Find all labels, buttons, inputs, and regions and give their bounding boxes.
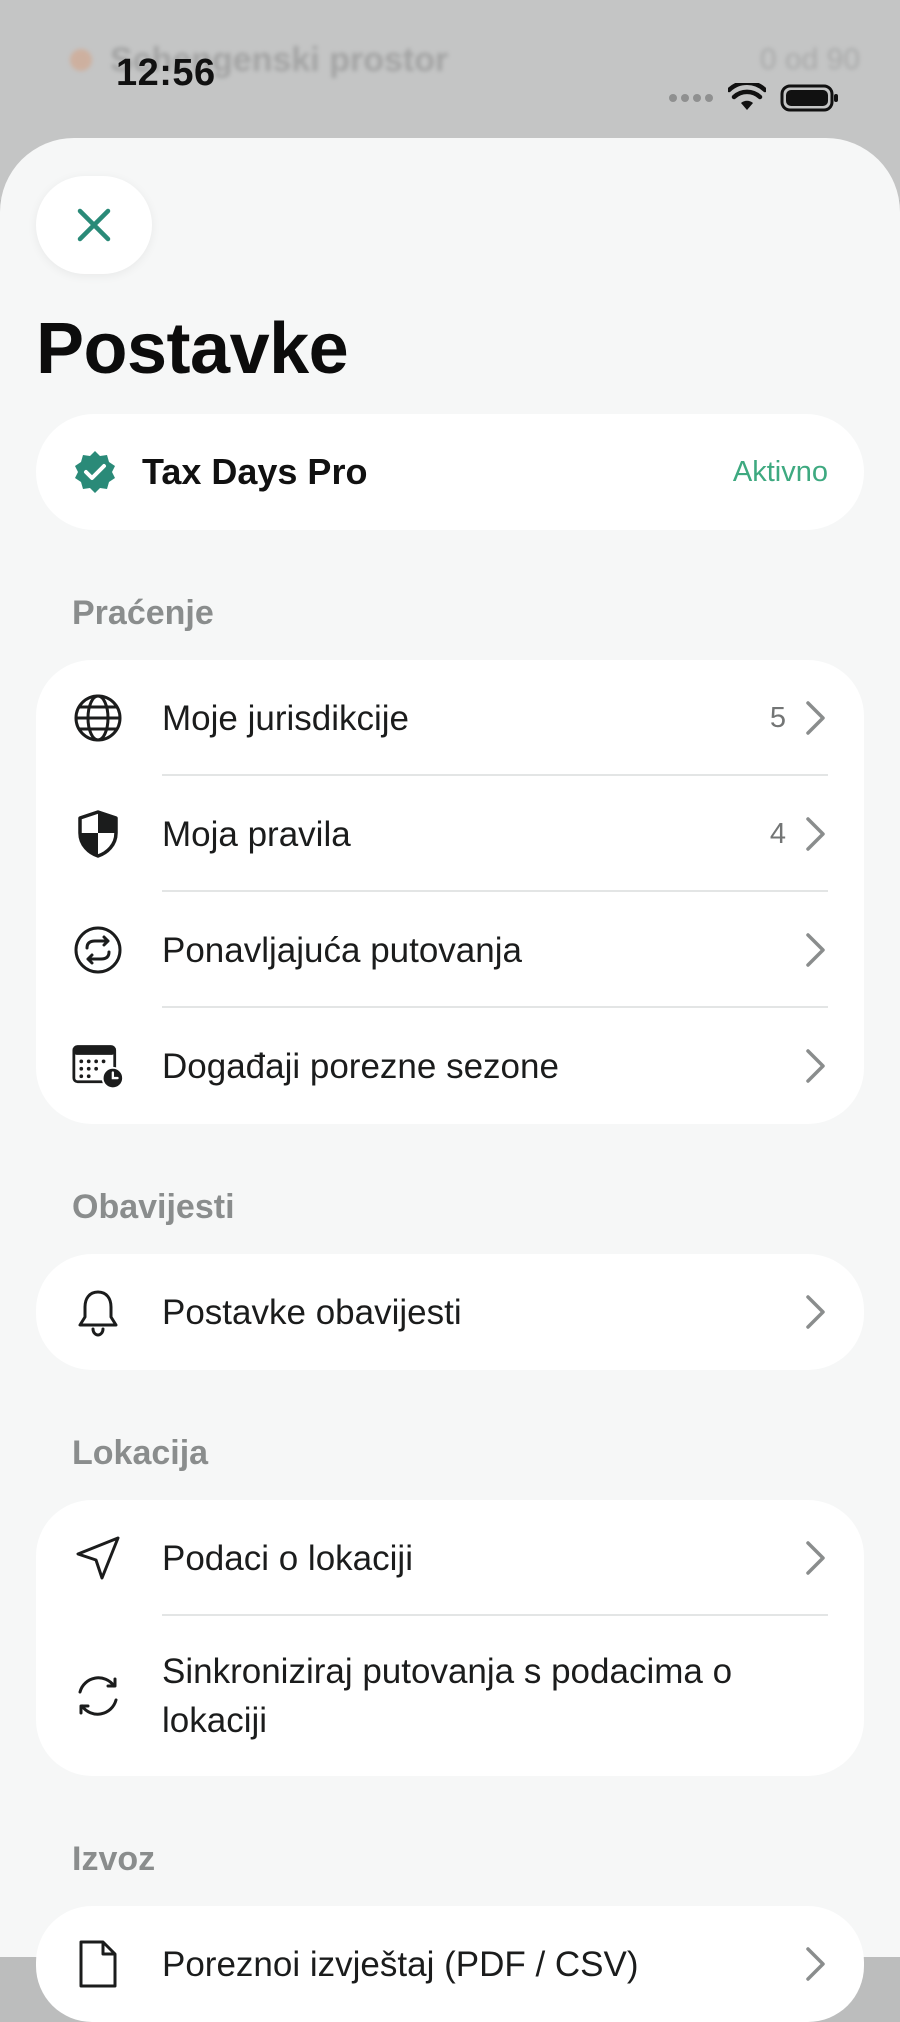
settings-sheet: Postavke Tax Days Pro Aktivno Praćenje M… <box>0 138 900 2022</box>
repeat-icon <box>72 924 124 976</box>
row-count: 5 <box>769 701 786 734</box>
row-location-data[interactable]: Podaci o lokaciji <box>36 1500 864 1616</box>
row-label: Postavke obavijesti <box>162 1292 462 1332</box>
export-group: Poreznoi izvještaj (PDF / CSV) <box>36 1906 864 2022</box>
chevron-right-icon <box>806 701 825 735</box>
row-count: 4 <box>769 817 786 850</box>
row-rules[interactable]: Moja pravila 4 <box>36 776 864 892</box>
row-tax-season-events[interactable]: Događaji porezne sezone <box>36 1008 864 1124</box>
status-bar: 12:56 <box>0 0 900 140</box>
row-recurring-trips[interactable]: Ponavljajuća putovanja <box>36 892 864 1008</box>
chevron-right-icon <box>806 933 825 967</box>
row-label: Ponavljajuća putovanja <box>162 930 522 970</box>
status-icons <box>668 56 840 140</box>
wifi-icon <box>728 83 766 110</box>
row-label: Moja pravila <box>162 814 351 854</box>
chevron-right-icon <box>806 1295 825 1329</box>
bell-icon <box>72 1286 124 1338</box>
chevron-right-icon <box>806 817 825 851</box>
notifications-group: Postavke obavijesti <box>36 1254 864 1370</box>
calendar-clock-icon <box>72 1040 124 1092</box>
sync-icon <box>72 1670 124 1722</box>
pro-name: Tax Days Pro <box>142 451 368 492</box>
shield-icon <box>72 808 124 860</box>
row-label: Moje jurisdikcije <box>162 698 410 738</box>
document-icon <box>72 1938 124 1990</box>
status-time: 12:56 <box>116 52 216 94</box>
row-label: Poreznoi izvještaj (PDF / CSV) <box>162 1944 639 1984</box>
pro-subscription-card[interactable]: Tax Days Pro Aktivno <box>36 414 864 530</box>
section-label-export: Izvoz <box>72 1840 156 1878</box>
location-group: Podaci o lokaciji Sinkroniziraj putovanj… <box>36 1500 864 1776</box>
section-label-notifications: Obavijesti <box>72 1188 235 1226</box>
close-icon <box>77 208 111 242</box>
chevron-right-icon <box>806 1049 825 1083</box>
row-label: Sinkroniziraj putovanja s podacima o lok… <box>162 1652 733 1740</box>
signal-icon <box>669 94 713 102</box>
row-label: Događaji porezne sezone <box>162 1046 559 1086</box>
row-jurisdictions[interactable]: Moje jurisdikcije 5 <box>36 660 864 776</box>
section-label-tracking: Praćenje <box>72 594 214 632</box>
page-title: Postavke <box>36 309 349 389</box>
section-label-location: Lokacija <box>72 1434 209 1472</box>
battery-icon <box>780 84 838 112</box>
chevron-right-icon <box>806 1541 825 1575</box>
location-arrow-icon <box>72 1532 124 1584</box>
verified-badge-icon <box>75 451 115 493</box>
tracking-group: Moje jurisdikcije 5 Moja pravila 4 Ponav… <box>36 660 864 1124</box>
row-sync-trips[interactable]: Sinkroniziraj putovanja s podacima o lok… <box>36 1616 864 1776</box>
close-button[interactable] <box>36 176 152 274</box>
globe-icon <box>72 692 124 744</box>
row-tax-report[interactable]: Poreznoi izvještaj (PDF / CSV) <box>36 1906 864 2022</box>
row-notification-settings[interactable]: Postavke obavijesti <box>36 1254 864 1370</box>
pro-status: Aktivno <box>732 455 828 488</box>
row-label: Podaci o lokaciji <box>162 1538 413 1578</box>
chevron-right-icon <box>806 1947 825 1981</box>
